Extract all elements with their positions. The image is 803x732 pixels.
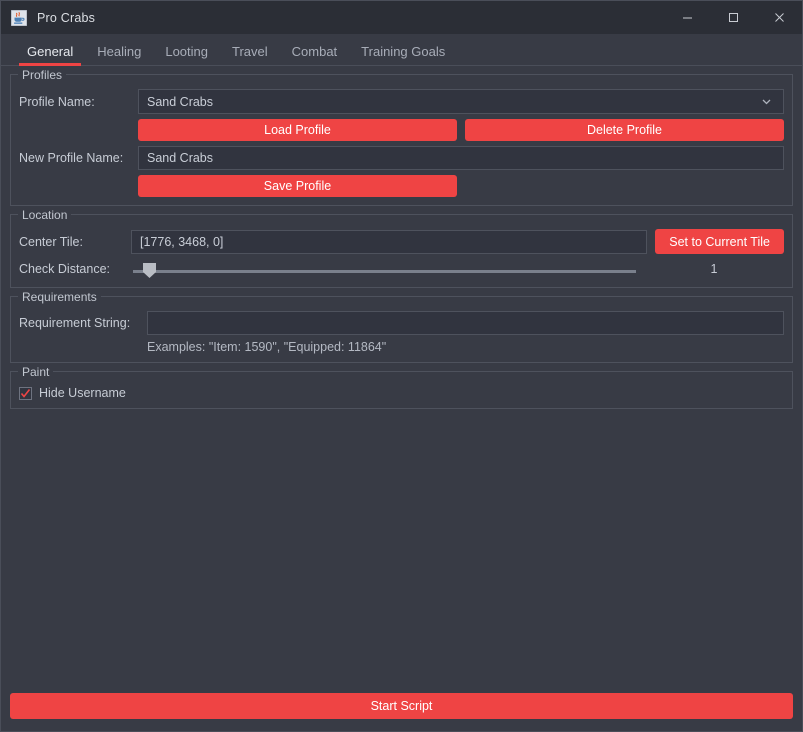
window-title: Pro Crabs (37, 10, 96, 25)
tab-travel[interactable]: Travel (220, 45, 280, 65)
maximize-icon[interactable] (710, 1, 756, 34)
hide-username-row[interactable]: Hide Username (19, 386, 784, 400)
window-controls (664, 1, 802, 34)
check-distance-row: Check Distance: 1 (19, 259, 784, 279)
content-filler (10, 417, 793, 693)
profile-name-value: Sand Crabs (147, 94, 214, 109)
center-tile-label: Center Tile: (19, 234, 83, 249)
profile-actions-row: Load Profile Delete Profile (19, 119, 784, 141)
new-profile-name-label: New Profile Name: (19, 151, 124, 165)
profile-name-select[interactable]: Sand Crabs (138, 89, 784, 114)
requirement-string-row: Requirement String: (19, 311, 784, 335)
new-profile-name-row: New Profile Name: Sand Crabs (19, 146, 784, 170)
start-script-button[interactable]: Start Script (10, 693, 793, 719)
profiles-group-title: Profiles (18, 67, 67, 83)
application-window: Pro Crabs General Healing Looting Travel… (0, 0, 803, 732)
location-group-title: Location (18, 207, 72, 223)
paint-group: Paint Hide Username (10, 364, 793, 409)
check-distance-slider[interactable] (131, 259, 638, 279)
load-profile-button[interactable]: Load Profile (138, 119, 457, 141)
save-profile-row: Save Profile (19, 175, 784, 197)
tab-combat[interactable]: Combat (280, 45, 350, 65)
requirement-string-input[interactable] (147, 311, 784, 335)
footer: Start Script (1, 693, 802, 731)
profile-name-label: Profile Name: (19, 94, 95, 109)
tab-general[interactable]: General (15, 45, 85, 66)
set-to-current-tile-button[interactable]: Set to Current Tile (655, 229, 784, 254)
chevron-down-icon (760, 95, 773, 108)
center-tile-input[interactable]: [1776, 3468, 0] (131, 229, 648, 254)
title-bar: Pro Crabs (1, 1, 802, 34)
slider-thumb[interactable] (143, 263, 156, 278)
requirements-group: Requirements Requirement String: Example… (10, 289, 793, 363)
requirement-examples-row: Examples: "Item: 1590", "Equipped: 11864… (19, 340, 784, 354)
paint-group-title: Paint (18, 364, 54, 380)
delete-profile-button[interactable]: Delete Profile (465, 119, 784, 141)
tab-healing[interactable]: Healing (85, 45, 153, 65)
check-distance-label: Check Distance: (19, 262, 111, 276)
hide-username-label: Hide Username (39, 386, 126, 400)
java-app-icon (10, 9, 28, 26)
requirements-group-title: Requirements (18, 289, 101, 305)
close-icon[interactable] (756, 1, 802, 34)
profile-name-row: Profile Name: Sand Crabs (19, 89, 784, 114)
tab-content-general: Profiles Profile Name: Sand Crabs Load P… (1, 66, 802, 693)
tab-training-goals[interactable]: Training Goals (349, 45, 457, 65)
center-tile-row: Center Tile: [1776, 3468, 0] Set to Curr… (19, 229, 784, 254)
tab-looting[interactable]: Looting (153, 45, 220, 65)
hide-username-checkbox[interactable] (19, 386, 32, 400)
check-distance-value: 1 (710, 262, 718, 276)
new-profile-name-input[interactable]: Sand Crabs (138, 146, 784, 170)
requirement-string-label: Requirement String: (19, 316, 131, 330)
minimize-icon[interactable] (664, 1, 710, 34)
location-group: Location Center Tile: [1776, 3468, 0] Se… (10, 207, 793, 288)
save-profile-button[interactable]: Save Profile (138, 175, 457, 197)
profiles-group: Profiles Profile Name: Sand Crabs Load P… (10, 67, 793, 206)
requirement-examples-text: Examples: "Item: 1590", "Equipped: 11864… (147, 340, 387, 354)
tab-bar: General Healing Looting Travel Combat Tr… (1, 34, 802, 66)
slider-track (133, 270, 636, 273)
